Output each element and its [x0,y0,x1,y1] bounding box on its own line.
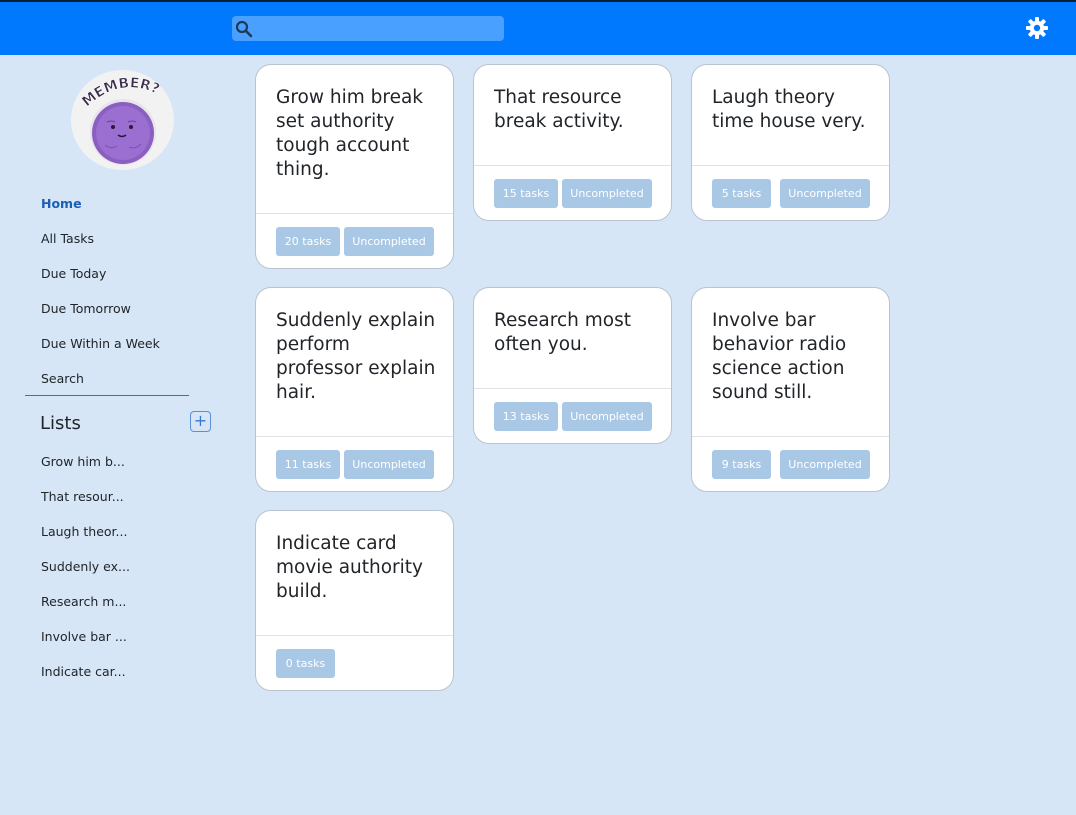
card-footer: 0 tasks [256,635,453,690]
status-badge: Uncompleted [562,402,652,431]
list-card[interactable]: Involve bar behavior radio science actio… [691,287,890,492]
card-title: Indicate card movie authority build. [276,533,423,602]
list-card[interactable]: Laugh theory time house very. 5 tasks Un… [691,64,890,221]
card-footer: 9 tasks Uncompleted [692,436,889,491]
task-count-badge: 20 tasks [276,227,340,256]
task-count-badge: 5 tasks [712,179,771,208]
add-list-button[interactable]: + [190,411,211,432]
card-footer: 13 tasks Uncompleted [474,388,671,443]
plus-icon: + [193,411,208,430]
card-title: Laugh theory time house very. [712,87,866,132]
avatar: MEMBER? [71,70,174,170]
task-count-badge: 0 tasks [276,649,335,678]
nav-item-all-tasks[interactable]: All Tasks [41,231,94,246]
list-card[interactable]: Research most often you. 13 tasks Uncomp… [473,287,672,444]
sidebar-list-item[interactable]: Laugh theor... [41,524,127,539]
lists-heading: Lists [40,413,81,434]
status-badge: Uncompleted [344,450,434,479]
sidebar-list-item[interactable]: Grow him b... [41,454,125,469]
task-count-badge: 15 tasks [494,179,558,208]
sidebar-list-item[interactable]: Research m... [41,594,126,609]
nav-item-due-within-week[interactable]: Due Within a Week [41,336,160,351]
task-count-badge: 11 tasks [276,450,340,479]
card-title: Research most often you. [494,310,631,355]
task-count-badge: 9 tasks [712,450,771,479]
avatar-image: MEMBER? [79,75,162,165]
card-footer: 20 tasks Uncompleted [256,213,453,268]
list-card[interactable]: That resource break activity. 15 tasks U… [473,64,672,221]
nav-item-search[interactable]: Search [41,371,84,386]
card-title: That resource break activity. [494,87,624,132]
search-box[interactable] [232,16,504,41]
search-input[interactable] [256,16,500,41]
status-badge: Uncompleted [562,179,652,208]
sidebar-list-item[interactable]: Indicate car... [41,664,126,679]
nav-item-due-tomorrow[interactable]: Due Tomorrow [41,301,131,316]
card-footer: 15 tasks Uncompleted [474,165,671,220]
card-title: Grow him break set authority tough accou… [276,87,424,180]
status-badge: Uncompleted [780,179,870,208]
card-footer: 5 tasks Uncompleted [692,165,889,220]
status-badge: Uncompleted [344,227,434,256]
sidebar-list-item[interactable]: That resour... [41,489,124,504]
list-card[interactable]: Grow him break set authority tough accou… [255,64,454,269]
sidebar-list-item[interactable]: Involve bar ... [41,629,127,644]
sidebar-divider [25,395,189,396]
card-title: Suddenly explain perform professor expla… [276,310,436,403]
top-bar [0,0,1076,55]
card-title: Involve bar behavior radio science actio… [712,310,847,403]
card-footer: 11 tasks Uncompleted [256,436,453,491]
task-count-badge: 13 tasks [494,402,558,431]
gear-icon[interactable] [1025,16,1049,40]
list-card[interactable]: Suddenly explain perform professor expla… [255,287,454,492]
list-card[interactable]: Indicate card movie authority build. 0 t… [255,510,454,691]
search-icon [235,20,253,38]
nav-item-home[interactable]: Home [41,196,82,211]
sidebar-list-item[interactable]: Suddenly ex... [41,559,130,574]
nav-item-due-today[interactable]: Due Today [41,266,106,281]
status-badge: Uncompleted [780,450,870,479]
